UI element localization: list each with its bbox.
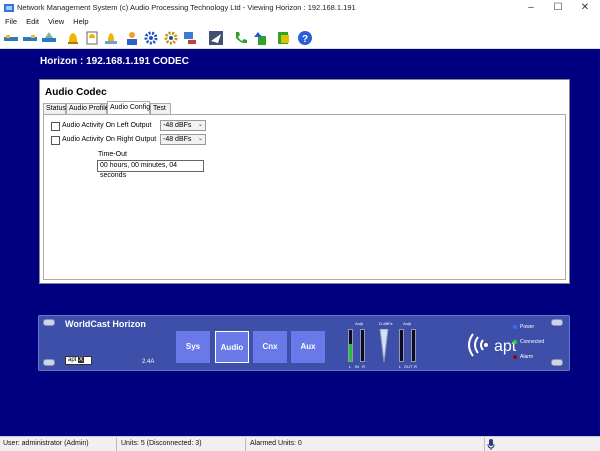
connect-icon[interactable] (3, 30, 19, 46)
audio-config-tab-body: Audio Activity On Left Output -48 dBFs ⌄ … (43, 114, 566, 280)
timeout-label: Time-Out (98, 151, 127, 158)
config-gear-icon[interactable] (163, 30, 179, 46)
tab-audio-profile[interactable]: Audio Profile (66, 103, 109, 114)
meter-out-l: L (399, 364, 402, 369)
alarm-led (513, 355, 517, 359)
output-meter-left (399, 329, 404, 362)
right-output-level-value: -48 dBFs (163, 136, 192, 143)
maximize-button[interactable]: ☐ (547, 1, 569, 15)
find-units-icon[interactable] (41, 30, 57, 46)
timeout-field[interactable]: 00 hours, 00 minutes, 04 seconds (97, 160, 204, 179)
power-led (513, 325, 517, 329)
network-icon[interactable] (182, 30, 198, 46)
device-front-panel: WorldCast Horizon apt X 2.4A Sys Audio C… (38, 315, 570, 371)
rack-screw (551, 359, 563, 366)
device-audio-button[interactable]: Audio (215, 331, 249, 363)
microphone-icon (487, 439, 495, 450)
meter-title-dbfs: D-dBFs (379, 321, 393, 326)
firmware-version: 2.4A (142, 359, 155, 365)
output-meter-right (411, 329, 416, 362)
left-output-label: Audio Activity On Left Output (62, 122, 152, 129)
close-button[interactable]: ✕ (574, 1, 596, 15)
connected-label: Connected (520, 339, 545, 345)
clear-alarm-icon[interactable] (103, 30, 119, 46)
dbfs-meter-icon (379, 329, 389, 362)
meter-in-label: IN (355, 364, 359, 369)
disconnect-icon[interactable] (22, 30, 38, 46)
status-alarmed: Alarmed Units: 0 (250, 440, 302, 447)
panel-title: Audio Codec (45, 87, 107, 98)
input-meter-left (348, 329, 353, 362)
left-output-level-select[interactable]: -48 dBFs ⌄ (160, 120, 206, 131)
apt-logo: apt (467, 330, 527, 360)
meter-title-in: AoIp (355, 321, 364, 326)
connected-led (513, 340, 517, 344)
status-units: Units: 5 (Disconnected: 3) (121, 440, 202, 447)
tab-audio-config[interactable]: Audio Config (107, 101, 150, 114)
download-icon[interactable] (276, 30, 292, 46)
apt-wave-icon: apt (468, 333, 517, 357)
svg-text:?: ? (302, 34, 308, 45)
meter-out-label: OUT (404, 364, 413, 369)
meter-title-out: AoIp (403, 321, 412, 326)
window-title: Network Management System (c) Audio Proc… (17, 3, 356, 12)
status-bar: User: administrator (Admin) Units: 5 (Di… (0, 436, 600, 451)
left-output-level-value: -48 dBFs (163, 122, 192, 129)
send-icon[interactable] (208, 30, 224, 46)
tab-status[interactable]: Status (43, 103, 66, 114)
settings-gear-icon[interactable] (143, 30, 159, 46)
alarm-bell-icon[interactable] (65, 30, 81, 46)
rack-screw (43, 319, 55, 326)
device-name: WorldCast Horizon (65, 319, 146, 329)
alarm-log-icon[interactable] (84, 30, 100, 46)
device-aux-button[interactable]: Aux (291, 331, 325, 363)
aptx-badge-text: apt (68, 357, 77, 363)
menu-file[interactable]: File (5, 16, 17, 27)
app-icon (4, 4, 14, 12)
main-area: Horizon : 192.168.1.191 CODEC Audio Code… (0, 49, 600, 436)
meter-in-r: R (362, 364, 365, 369)
aptx-badge: apt X (65, 356, 92, 365)
power-label: Power (520, 324, 535, 330)
status-divider (245, 438, 246, 451)
left-output-checkbox[interactable] (51, 122, 60, 131)
status-user: User: administrator (Admin) (3, 440, 89, 447)
menu-edit[interactable]: Edit (26, 16, 39, 27)
rack-screw (551, 319, 563, 326)
chevron-down-icon: ⌄ (197, 122, 203, 128)
help-icon[interactable]: ? (297, 30, 313, 46)
tab-test[interactable]: Test (150, 103, 171, 114)
device-cnx-button[interactable]: Cnx (253, 331, 287, 363)
toolbar: ? (0, 27, 600, 49)
unit-header: Horizon : 192.168.1.191 CODEC (40, 56, 189, 67)
minimize-button[interactable]: – (520, 1, 542, 15)
right-output-level-select[interactable]: -48 dBFs ⌄ (160, 134, 206, 145)
rack-screw (43, 359, 55, 366)
menu-view[interactable]: View (48, 16, 64, 27)
status-divider (116, 438, 117, 451)
audio-codec-panel: Audio Codec Status Audio Profile Audio C… (39, 79, 570, 284)
upload-icon[interactable] (252, 30, 268, 46)
meter-in-l: L (349, 364, 352, 369)
input-meter-left-fill (349, 343, 352, 361)
menu-bar: File Edit View Help (0, 16, 600, 27)
chevron-down-icon: ⌄ (197, 136, 203, 142)
status-divider (484, 438, 485, 451)
aptx-badge-mark: X (78, 357, 85, 363)
meter-out-r: R (414, 364, 417, 369)
user-icon[interactable] (124, 30, 140, 46)
title-bar: Network Management System (c) Audio Proc… (0, 0, 600, 16)
right-output-checkbox[interactable] (51, 136, 60, 145)
input-meter-right (360, 329, 365, 362)
menu-help[interactable]: Help (73, 16, 88, 27)
phone-icon[interactable] (233, 30, 249, 46)
right-output-label: Audio Activity On Right Output (62, 136, 157, 143)
alarm-label: Alarm (520, 354, 534, 360)
device-sys-button[interactable]: Sys (176, 331, 210, 363)
